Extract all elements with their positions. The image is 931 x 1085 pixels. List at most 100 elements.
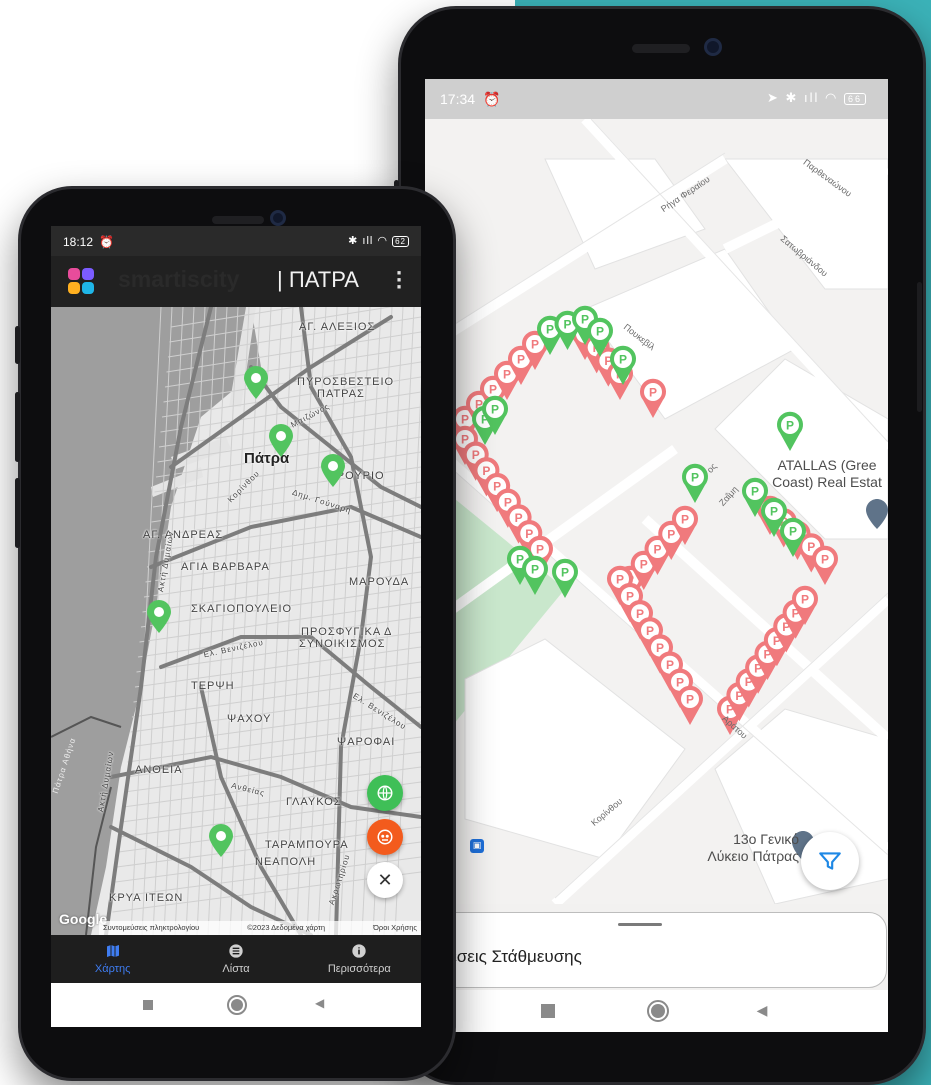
svg-text:P: P [596,325,604,339]
globe-fab-button[interactable] [367,775,403,811]
poi-label-lykeio[interactable]: 13ο Γενικό Λύκειο Πάτρας [669,831,799,865]
left-phone-speaker [212,216,264,224]
battery-level: 62 [392,236,409,247]
info-icon [351,943,367,961]
status-time: 18:12 [63,235,94,249]
svg-text:P: P [666,658,674,672]
map-icon [105,943,121,961]
bus-stop-icon[interactable]: ▣ [470,839,484,853]
map-label-psarofai: ΨΑΡΟΦΑΙ [337,736,396,748]
app-brand-name: smartiscity [118,266,240,292]
map-label-marouda: ΜΑΡΟΥΔΑ [349,576,410,588]
svg-text:P: P [489,383,497,397]
parking-map[interactable]: PPPPPPPPPPPPPPPPPPPPPPPPPPPPPPPPPPPPPPP P… [425,119,888,904]
svg-text:P: P [789,525,797,539]
poi-label-line: 13ο Γενικό [733,831,799,847]
svg-text:P: P [636,607,644,621]
svg-text:P: P [770,505,778,519]
svg-text:P: P [653,543,661,557]
svg-text:P: P [546,323,554,337]
svg-text:P: P [619,353,627,367]
recents-button[interactable] [541,1004,555,1018]
map-label-psaxou: ΨΑΧΟΥ [227,713,272,725]
nav-tab-more[interactable]: Περισσότερα [298,935,421,983]
app-city-name: | ΠΑΤΡΑ [277,267,359,292]
svg-text:P: P [531,563,539,577]
map-label-neapoli: ΝΕΑΠΟΛΗ [255,856,317,868]
home-button-dot [231,999,243,1011]
svg-text:P: P [536,543,544,557]
poi-label-line: ATALLAS (Gree [777,457,877,473]
map-label-tarampoura: ΤΑΡΑΜΠΟΥΡΑ [265,839,349,851]
location-pin-icon[interactable] [208,824,234,858]
city-map[interactable]: ΑΓ. ΑΛΕΞΙΟΣ ΠΥΡΟΣΒΕΣΤΕΙΟ ΠΑΤΡΑΣ Πάτρα ΦΡ… [51,286,421,937]
overflow-menu-icon[interactable]: · · · [395,265,403,297]
nav-tab-label: Λίστα [222,963,250,975]
back-button[interactable]: ◀ [755,1002,769,1020]
bottom-navigation: Χάρτης Λίστα Περισσότερα [51,935,421,983]
left-phone-volume-down [15,478,20,548]
svg-text:P: P [686,693,694,707]
home-button[interactable] [227,995,247,1015]
right-phone-side-button [917,282,922,412]
map-label-ag-andreas: ΑΓ. ΑΝΔΡΕΑΣ [143,529,224,541]
right-phone-speaker [632,44,690,53]
back-button[interactable]: ◀ [315,996,324,1010]
left-phone-camera [270,210,286,226]
nav-tab-label: Χάρτης [94,963,131,975]
map-attribution: Συντομεύσεις πληκτρολογίου ©2023 Δεδομέν… [99,921,421,935]
recents-button[interactable] [143,1000,153,1010]
svg-text:P: P [821,553,829,567]
parking-fab-button[interactable] [367,819,403,855]
globe-icon [377,785,393,801]
map-label-ag-alexios: ΑΓ. ΑΛΕΞΙΟΣ [299,321,376,333]
attribution-terms-link[interactable]: Όροι Χρήσης [373,923,417,933]
map-label-agia-varvara: ΑΓΙΑ ΒΑΡΒΑΡΑ [181,561,270,573]
svg-text:P: P [676,675,684,689]
svg-text:P: P [626,590,634,604]
city-map-canvas [51,286,421,937]
svg-text:P: P [531,338,539,352]
close-icon: ✕ [377,869,393,891]
svg-text:P: P [491,403,499,417]
svg-text:P: P [667,528,675,542]
sheet-drag-handle[interactable] [618,923,662,926]
status-bar: 18:12 ⏰ ✱ ıll ◠ 62 [51,226,421,256]
map-label-terpsi: ΤΕΡΨΗ [191,680,235,692]
svg-text:P: P [563,318,571,332]
map-label-skagiopouleio: ΣΚΑΓΙΟΠΟΥΛΕΙΟ [191,603,293,615]
map-label-pyrosvesteio-patras: ΠΑΤΡΑΣ [317,388,365,400]
svg-text:P: P [786,419,794,433]
svg-text:P: P [517,353,525,367]
list-icon [228,943,244,961]
left-phone-button [15,326,20,364]
nav-tab-map[interactable]: Χάρτης [51,935,174,983]
alarm-icon: ⏰ [483,91,501,107]
poi-label-atallas[interactable]: ATALLAS (Gree Coast) Real Estat [757,457,888,491]
filter-button[interactable] [801,832,859,890]
svg-text:P: P [681,513,689,527]
map-label-synoikismos: ΣΥΝΟΙΚΙΣΜΟΣ [299,638,386,650]
battery-level: 66 [843,93,866,105]
location-pin-icon[interactable] [320,454,346,488]
location-pin-icon[interactable] [268,424,294,458]
svg-text:P: P [581,313,589,327]
svg-text:P: P [616,573,624,587]
close-fab-button[interactable]: ✕ [367,862,403,898]
svg-text:P: P [801,593,809,607]
svg-text:P: P [691,471,699,485]
svg-text:P: P [503,368,511,382]
location-pin-icon[interactable] [146,600,172,634]
bottom-sheet[interactable]: Θέσεις Στάθμευσης [425,912,887,988]
left-phone-volume-up [15,392,20,462]
attribution-shortcuts-link[interactable]: Συντομεύσεις πληκτρολογίου [103,923,199,933]
system-navigation-bar: ◀ [51,983,421,1027]
location-pin-icon[interactable] [243,366,269,400]
svg-text:P: P [649,386,657,400]
right-phone-camera [704,38,722,56]
home-button[interactable] [647,1000,669,1022]
nav-tab-list[interactable]: Λίστα [174,935,297,983]
nav-tab-label: Περισσότερα [327,963,391,975]
map-label-prosfygika: ΠΡΟΣΦΥΓΙΚΑ Δ [301,626,393,638]
system-navigation-bar: ◀ [425,990,888,1032]
